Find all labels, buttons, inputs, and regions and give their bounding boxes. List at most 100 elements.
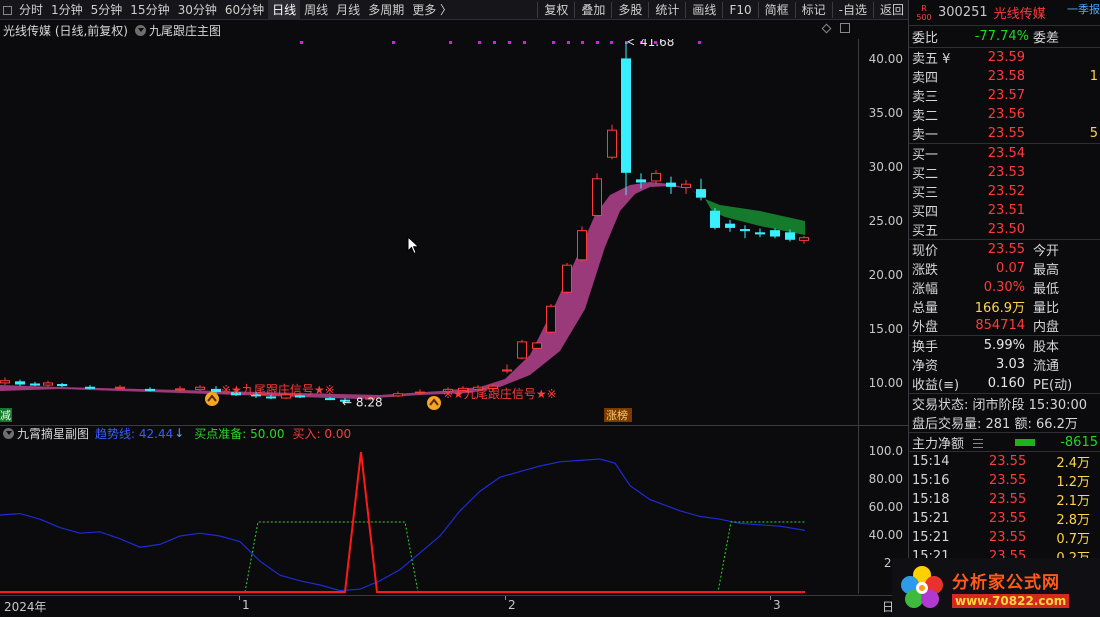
candle-body	[266, 396, 276, 399]
period-tab[interactable]: 多周期	[364, 0, 408, 20]
tick-volume: 1.2万	[1056, 475, 1090, 490]
list-icon[interactable]	[973, 439, 983, 448]
candle-body	[666, 182, 676, 187]
bid-price: 23.52	[987, 184, 1025, 199]
ask-row[interactable]: 卖二 23.56	[909, 105, 1100, 124]
ask-price: 23.55	[987, 126, 1025, 141]
candle	[607, 124, 617, 160]
sub-indicator-dropdown-icon[interactable]	[3, 427, 14, 439]
tick-time: 15:14	[912, 454, 950, 469]
bid-label: 买四	[912, 205, 939, 220]
stat-label: 外盘	[912, 320, 939, 335]
period-tab[interactable]: 分时	[15, 0, 47, 20]
main-indicator-name[interactable]: 九尾跟庄主图	[149, 22, 221, 39]
maximize-icon[interactable]	[840, 23, 850, 33]
price-tick: 25.00	[868, 214, 903, 228]
candlestick-chart[interactable]: 41.68 ← 8.28 ※★九尾跟庄信号★※ ※★九尾跟庄信号★※ 涨榜 减	[0, 39, 858, 425]
candle-body	[415, 391, 425, 394]
candle	[577, 226, 587, 262]
toolbar-button[interactable]: 画线	[688, 0, 720, 20]
sub-chart-title: 九霄摘星副图 趋势线: 42.44 ↓ 买点准备: 50.00 买入: 0.00	[0, 425, 858, 442]
bid-row[interactable]: 买二 23.53	[909, 163, 1100, 182]
toolbar-button[interactable]: 返回	[876, 0, 908, 20]
ask-row[interactable]: 卖四 23.58 1	[909, 67, 1100, 86]
signal-dot	[567, 41, 570, 44]
watermark-url: www.70822.com	[952, 593, 1070, 608]
period-tab[interactable]: 30分钟	[174, 0, 221, 20]
period-tab[interactable]: 15分钟	[126, 0, 173, 20]
toolbar-button[interactable]: 叠加	[577, 0, 609, 20]
stat-row: 收益(≡) 0.160 PE(动)	[909, 374, 1100, 393]
buy-line	[0, 451, 805, 593]
ask-volume: 1	[1089, 69, 1098, 84]
period-tab[interactable]: 月线	[332, 0, 364, 20]
period-tab[interactable]: 周线	[300, 0, 332, 20]
bid-row[interactable]: 买五 23.50	[909, 220, 1100, 239]
stat-label-2: 内盘	[1033, 320, 1060, 335]
toolbar-button[interactable]: -自选	[835, 0, 871, 20]
reduce-label: 减	[0, 409, 11, 422]
watermark-text: 分析家公式网 www.70822.com	[952, 568, 1070, 608]
tick-row[interactable]: 15:18 23.55 2.1万	[909, 490, 1100, 509]
sub-axis-tick: 60.00	[868, 500, 903, 514]
chart-toolbar: 分时 1分钟 5分钟 15分钟 30分钟 60分钟 日线 周线 月线 多周期 更多 〉 复权 叠加 多股…	[0, 0, 908, 20]
toolbar-button[interactable]: F10	[725, 0, 755, 20]
quote-panel: R 500 300251 光线传媒 一季报 委比 -77.74% 委差 卖五 ¥…	[908, 0, 1100, 617]
ready-line	[244, 521, 805, 593]
watermark: 分析家公式网 www.70822.com	[892, 558, 1100, 617]
candle-body	[785, 232, 795, 240]
candle	[799, 236, 809, 244]
diamond-icon[interactable]	[821, 23, 832, 33]
candle-body	[175, 388, 185, 391]
bid-row[interactable]: 买四 23.51	[909, 201, 1100, 220]
period-tab[interactable]: 更多 〉	[408, 0, 456, 20]
stat-label: 总量	[912, 301, 939, 316]
toolbar-button[interactable]: 统计	[651, 0, 683, 20]
bid-price: 23.54	[987, 146, 1025, 161]
sub-indicator-chart[interactable]	[0, 426, 858, 594]
candle	[195, 385, 205, 391]
netflow-row[interactable]: 主力净额 -8615	[909, 432, 1100, 452]
indicator-dropdown-icon[interactable]	[135, 24, 146, 36]
toolbar-button[interactable]: 简框	[761, 0, 793, 20]
toolbar-separator	[574, 2, 576, 18]
period-tab[interactable]: 日线	[268, 0, 301, 20]
quote-header: R 500 300251 光线传媒 一季报	[909, 0, 1100, 26]
candle-body	[621, 58, 631, 173]
chart-window-controls	[821, 23, 850, 33]
candle	[517, 339, 527, 360]
candle	[696, 178, 706, 201]
weibi-value: -77.74%	[974, 29, 1029, 44]
stat-value: 3.03	[996, 357, 1025, 372]
ask-row[interactable]: 卖一 23.55 5	[909, 124, 1100, 143]
toolbar-button[interactable]: 复权	[540, 0, 572, 20]
toolbar-button[interactable]: 多股	[614, 0, 646, 20]
signal-dot	[493, 41, 496, 44]
signal-dot	[552, 41, 555, 44]
bid-price: 23.50	[987, 222, 1025, 237]
fundamental-stats: 换手 5.99% 股本 净资 3.03 流通 收益(≡) 0.160 PE(动)	[909, 336, 1100, 393]
date-tick: 2024年	[4, 600, 47, 614]
bid-row[interactable]: 买三 23.52	[909, 182, 1100, 201]
ask-row[interactable]: 卖五 ¥ 23.59	[909, 48, 1100, 67]
period-tab[interactable]: 1分钟	[47, 0, 87, 20]
bid-row[interactable]: 买一 23.54	[909, 144, 1100, 163]
flower-logo-icon	[901, 565, 943, 608]
signal-dot	[610, 41, 613, 44]
candle	[710, 207, 720, 230]
tick-row[interactable]: 15:16 23.55 1.2万	[909, 471, 1100, 490]
toolbar-button[interactable]: 标记	[798, 0, 830, 20]
period-tab[interactable]: 5分钟	[87, 0, 127, 20]
period-tab[interactable]: 60分钟	[221, 0, 268, 20]
stat-label: 净资	[912, 359, 939, 374]
ask-row[interactable]: 卖三 23.57	[909, 86, 1100, 105]
collapse-icon[interactable]	[3, 5, 12, 15]
report-tag[interactable]: 一季报	[1067, 1, 1100, 17]
tick-row[interactable]: 15:21 23.55 2.8万	[909, 509, 1100, 528]
weicha-label: 委差	[1033, 31, 1060, 46]
sub-indicator-name[interactable]: 九霄摘星副图	[17, 425, 89, 442]
candle-body	[607, 129, 617, 158]
trade-status: 交易状态: 闭市阶段 15:30:00	[912, 398, 1088, 413]
tick-row[interactable]: 15:21 23.55 0.7万	[909, 528, 1100, 547]
tick-row[interactable]: 15:14 23.55 2.4万	[909, 452, 1100, 471]
